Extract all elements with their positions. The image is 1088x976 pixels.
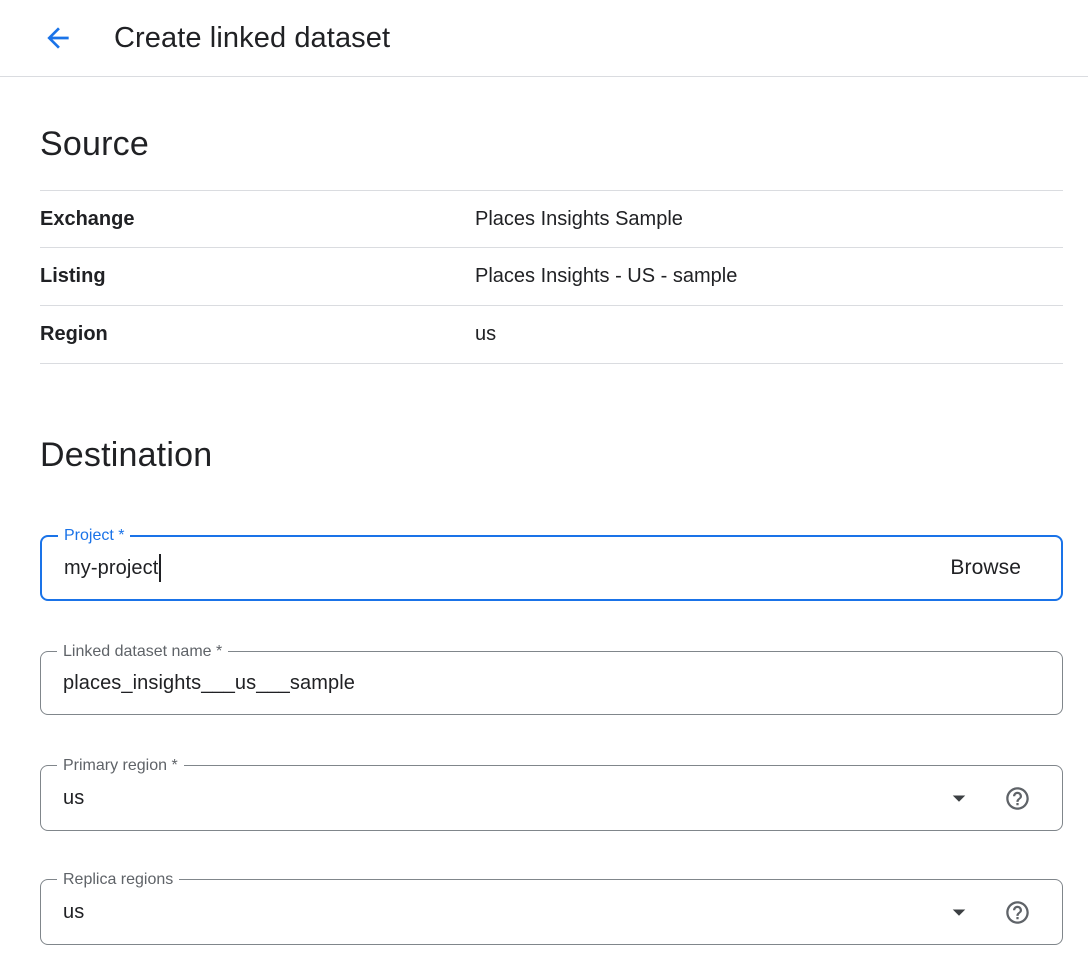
- project-field[interactable]: Project * my-project Browse: [40, 535, 1063, 601]
- text-cursor: [159, 554, 161, 582]
- arrow-back-icon: [42, 22, 74, 54]
- table-row-listing: Listing Places Insights - US - sample: [40, 248, 1063, 306]
- source-table: Exchange Places Insights Sample Listing …: [40, 190, 1063, 364]
- help-icon[interactable]: [1002, 783, 1032, 813]
- replica-regions-label: Replica regions: [57, 870, 179, 889]
- main-content: Source Exchange Places Insights Sample L…: [0, 125, 1088, 945]
- primary-region-select[interactable]: Primary region * us: [40, 765, 1063, 831]
- replica-regions-select[interactable]: Replica regions us: [40, 879, 1063, 945]
- row-value: Places Insights - US - sample: [475, 265, 737, 288]
- chevron-down-icon[interactable]: [944, 783, 974, 813]
- primary-region-value: us: [63, 787, 84, 810]
- linked-dataset-name-field[interactable]: Linked dataset name * places_insights___…: [40, 651, 1063, 715]
- table-row-exchange: Exchange Places Insights Sample: [40, 190, 1063, 248]
- row-value: us: [475, 323, 496, 346]
- create-linked-dataset-page: Create linked dataset Source Exchange Pl…: [0, 0, 1088, 976]
- project-input-value[interactable]: my-project: [64, 557, 158, 580]
- browse-button[interactable]: Browse: [950, 556, 1039, 580]
- header-divider: [0, 76, 1088, 77]
- back-button[interactable]: [36, 16, 80, 60]
- source-heading: Source: [40, 125, 1063, 164]
- page-title: Create linked dataset: [114, 22, 390, 55]
- row-label: Listing: [40, 265, 475, 288]
- row-value: Places Insights Sample: [475, 208, 683, 231]
- row-label: Exchange: [40, 208, 475, 231]
- header: Create linked dataset: [0, 0, 1088, 76]
- primary-region-label: Primary region *: [57, 756, 184, 775]
- chevron-down-icon[interactable]: [944, 897, 974, 927]
- destination-heading: Destination: [40, 436, 1063, 475]
- row-label: Region: [40, 323, 475, 346]
- project-field-label: Project *: [58, 526, 130, 545]
- table-row-region: Region us: [40, 306, 1063, 364]
- linked-dataset-name-value[interactable]: places_insights___us___sample: [63, 672, 355, 695]
- linked-dataset-name-label: Linked dataset name *: [57, 642, 228, 661]
- replica-regions-value: us: [63, 901, 84, 924]
- help-icon[interactable]: [1002, 897, 1032, 927]
